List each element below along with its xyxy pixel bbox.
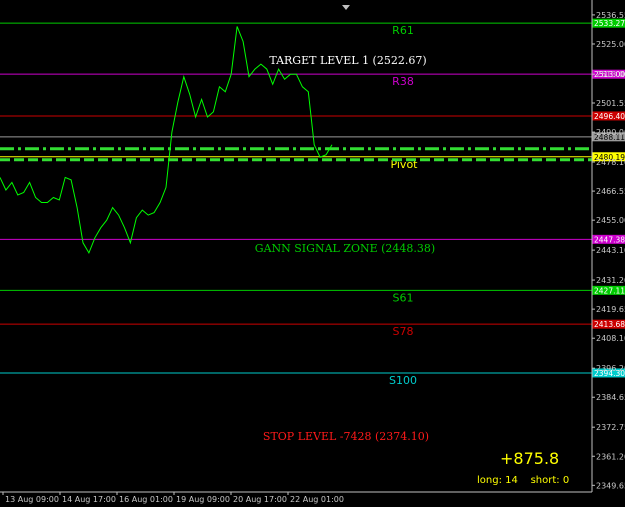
- price-tick-label: 2525.00: [596, 40, 625, 49]
- price-tick-label: 2419.65: [596, 305, 625, 314]
- chart-shift-marker[interactable]: [342, 5, 350, 10]
- trade-counts: long: 14 short: 0: [477, 475, 570, 486]
- level-tag: 2427.11: [594, 286, 625, 295]
- price-tick-label: 2478.10: [596, 158, 625, 167]
- level-label-r38: R38: [392, 75, 414, 88]
- price-tick-label: 2501.55: [596, 99, 625, 108]
- price-tick-label: 2396.20: [596, 364, 625, 373]
- level-tag: 2496.40: [594, 112, 625, 121]
- price-tick-label: 2384.65: [596, 393, 625, 402]
- time-axis[interactable]: 13 Aug 09:00 14 Aug 17:00 16 Aug 01:00 19 A…: [0, 491, 592, 504]
- time-tick-label: 22 Aug 01:00: [290, 495, 344, 504]
- annotation-target-level: TARGET LEVEL 1 (2522.67): [269, 54, 426, 67]
- level-tag: 2533.27: [594, 19, 625, 28]
- profit-value: +875.8: [500, 449, 560, 468]
- level-label-s78: S78: [393, 325, 414, 338]
- level-label-r61: R61: [392, 24, 414, 37]
- annotation-stop-level: STOP LEVEL -7428 (2374.10): [263, 430, 429, 443]
- price-tick-label: 2536.55: [596, 11, 625, 20]
- gann-chart[interactable]: R612533.27R382513.002496.402488.11Pivot2…: [0, 0, 625, 507]
- level-label-s61: S61: [393, 291, 414, 304]
- price-tick-label: 2513.00: [596, 70, 625, 79]
- pivot-dash-lines: [0, 147, 592, 162]
- price-tick-label: 2466.55: [596, 187, 625, 196]
- price-tick-label: 2408.10: [596, 334, 625, 343]
- price-axis[interactable]: 2536.55 2525.00 2513.00 2501.55 2490.00 2478.…: [591, 0, 625, 492]
- time-tick-label: 19 Aug 09:00: [176, 495, 230, 504]
- time-tick-label: 20 Aug 17:00: [233, 495, 287, 504]
- price-tick-label: 2372.75: [596, 423, 625, 432]
- level-label-s100: S100: [389, 374, 417, 387]
- price-tick-label: 2490.00: [596, 128, 625, 137]
- level-tag: 2413.68: [594, 320, 625, 329]
- price-tick-label: 2443.10: [596, 246, 625, 255]
- price-tick-label: 2349.65: [596, 481, 625, 490]
- level-tag: 2447.38: [594, 235, 625, 244]
- price-tick-label: 2431.20: [596, 276, 625, 285]
- price-tick-label: 2455.00: [596, 216, 625, 225]
- time-tick-label: 16 Aug 01:00: [119, 495, 173, 504]
- time-tick-label: 13 Aug 09:00: [5, 495, 59, 504]
- time-tick-label: 14 Aug 17:00: [62, 495, 116, 504]
- levels-layer: R612533.27R382513.002496.402488.11Pivot2…: [0, 18, 625, 387]
- annotation-gann-signal-zone: GANN SIGNAL ZONE (2448.38): [255, 242, 435, 255]
- price-tick-label: 2361.20: [596, 452, 625, 461]
